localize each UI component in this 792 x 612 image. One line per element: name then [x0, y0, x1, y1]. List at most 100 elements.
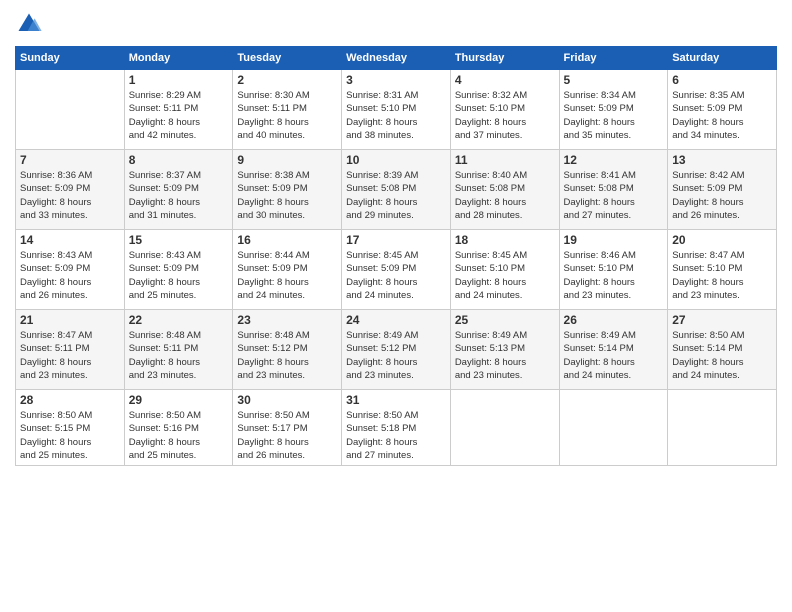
- calendar-cell: 8 Sunrise: 8:37 AM Sunset: 5:09 PM Daylig…: [124, 150, 233, 230]
- day-number: 7: [20, 153, 120, 167]
- calendar-cell: 22 Sunrise: 8:48 AM Sunset: 5:11 PM Dayli…: [124, 310, 233, 390]
- day-number: 29: [129, 393, 229, 407]
- header: [15, 10, 777, 38]
- day-info: Sunrise: 8:49 AM Sunset: 5:12 PM Dayligh…: [346, 329, 446, 382]
- calendar-cell: 5 Sunrise: 8:34 AM Sunset: 5:09 PM Daylig…: [559, 70, 668, 150]
- day-info: Sunrise: 8:42 AM Sunset: 5:09 PM Dayligh…: [672, 169, 772, 222]
- day-number: 27: [672, 313, 772, 327]
- calendar-cell: 1Sunrise: 8:29 AM Sunset: 5:11 PM Daylig…: [124, 70, 233, 150]
- day-info: Sunrise: 8:48 AM Sunset: 5:11 PM Dayligh…: [129, 329, 229, 382]
- day-number: 8: [129, 153, 229, 167]
- day-info: Sunrise: 8:41 AM Sunset: 5:08 PM Dayligh…: [564, 169, 664, 222]
- day-number: 21: [20, 313, 120, 327]
- calendar-cell: 11 Sunrise: 8:40 AM Sunset: 5:08 PM Dayli…: [450, 150, 559, 230]
- day-info: Sunrise: 8:31 AM Sunset: 5:10 PM Dayligh…: [346, 89, 446, 142]
- day-info: Sunrise: 8:36 AM Sunset: 5:09 PM Dayligh…: [20, 169, 120, 222]
- day-number: 25: [455, 313, 555, 327]
- day-number: 5: [564, 73, 664, 87]
- day-info: Sunrise: 8:39 AM Sunset: 5:08 PM Dayligh…: [346, 169, 446, 222]
- calendar-cell: 29 Sunrise: 8:50 AM Sunset: 5:16 PM Dayli…: [124, 390, 233, 466]
- day-info: Sunrise: 8:30 AM Sunset: 5:11 PM Dayligh…: [237, 89, 337, 142]
- day-number: 12: [564, 153, 664, 167]
- day-info: Sunrise: 8:44 AM Sunset: 5:09 PM Dayligh…: [237, 249, 337, 302]
- calendar-week-0: 1Sunrise: 8:29 AM Sunset: 5:11 PM Daylig…: [16, 70, 777, 150]
- day-number: 16: [237, 233, 337, 247]
- calendar-header-wednesday: Wednesday: [342, 47, 451, 70]
- calendar-cell: 12 Sunrise: 8:41 AM Sunset: 5:08 PM Dayli…: [559, 150, 668, 230]
- day-number: 10: [346, 153, 446, 167]
- day-number: 3: [346, 73, 446, 87]
- day-info: Sunrise: 8:43 AM Sunset: 5:09 PM Dayligh…: [20, 249, 120, 302]
- calendar-cell: [450, 390, 559, 466]
- calendar-cell: 30 Sunrise: 8:50 AM Sunset: 5:17 PM Dayli…: [233, 390, 342, 466]
- calendar-cell: 26Sunrise: 8:49 AM Sunset: 5:14 PM Dayli…: [559, 310, 668, 390]
- calendar-cell: 14 Sunrise: 8:43 AM Sunset: 5:09 PM Dayli…: [16, 230, 125, 310]
- day-number: 24: [346, 313, 446, 327]
- day-number: 11: [455, 153, 555, 167]
- day-number: 17: [346, 233, 446, 247]
- calendar-week-4: 28Sunrise: 8:50 AM Sunset: 5:15 PM Dayli…: [16, 390, 777, 466]
- day-info: Sunrise: 8:50 AM Sunset: 5:17 PM Dayligh…: [237, 409, 337, 462]
- calendar-cell: 21 Sunrise: 8:47 AM Sunset: 5:11 PM Dayli…: [16, 310, 125, 390]
- calendar-header-thursday: Thursday: [450, 47, 559, 70]
- page: SundayMondayTuesdayWednesdayThursdayFrid…: [0, 0, 792, 612]
- calendar-cell: 6 Sunrise: 8:35 AM Sunset: 5:09 PM Daylig…: [668, 70, 777, 150]
- logo: [15, 10, 47, 38]
- calendar-cell: 27 Sunrise: 8:50 AM Sunset: 5:14 PM Dayli…: [668, 310, 777, 390]
- calendar-header-friday: Friday: [559, 47, 668, 70]
- calendar-cell: 9 Sunrise: 8:38 AM Sunset: 5:09 PM Daylig…: [233, 150, 342, 230]
- calendar-cell: 20Sunrise: 8:47 AM Sunset: 5:10 PM Dayli…: [668, 230, 777, 310]
- calendar-cell: 10 Sunrise: 8:39 AM Sunset: 5:08 PM Dayli…: [342, 150, 451, 230]
- day-info: Sunrise: 8:47 AM Sunset: 5:11 PM Dayligh…: [20, 329, 120, 382]
- day-info: Sunrise: 8:40 AM Sunset: 5:08 PM Dayligh…: [455, 169, 555, 222]
- calendar-cell: 25 Sunrise: 8:49 AM Sunset: 5:13 PM Dayli…: [450, 310, 559, 390]
- day-number: 20: [672, 233, 772, 247]
- day-info: Sunrise: 8:45 AM Sunset: 5:09 PM Dayligh…: [346, 249, 446, 302]
- calendar-header-monday: Monday: [124, 47, 233, 70]
- calendar-header-saturday: Saturday: [668, 47, 777, 70]
- calendar-cell: 2 Sunrise: 8:30 AM Sunset: 5:11 PM Daylig…: [233, 70, 342, 150]
- calendar-week-3: 21 Sunrise: 8:47 AM Sunset: 5:11 PM Dayli…: [16, 310, 777, 390]
- day-number: 18: [455, 233, 555, 247]
- day-number: 22: [129, 313, 229, 327]
- calendar-cell: 24 Sunrise: 8:49 AM Sunset: 5:12 PM Dayli…: [342, 310, 451, 390]
- day-number: 4: [455, 73, 555, 87]
- day-number: 9: [237, 153, 337, 167]
- day-number: 2: [237, 73, 337, 87]
- day-info: Sunrise: 8:35 AM Sunset: 5:09 PM Dayligh…: [672, 89, 772, 142]
- day-number: 1: [129, 73, 229, 87]
- calendar-cell: 23Sunrise: 8:48 AM Sunset: 5:12 PM Dayli…: [233, 310, 342, 390]
- day-info: Sunrise: 8:49 AM Sunset: 5:13 PM Dayligh…: [455, 329, 555, 382]
- calendar-cell: 4 Sunrise: 8:32 AM Sunset: 5:10 PM Daylig…: [450, 70, 559, 150]
- day-info: Sunrise: 8:45 AM Sunset: 5:10 PM Dayligh…: [455, 249, 555, 302]
- day-info: Sunrise: 8:38 AM Sunset: 5:09 PM Dayligh…: [237, 169, 337, 222]
- calendar-cell: [668, 390, 777, 466]
- day-info: Sunrise: 8:49 AM Sunset: 5:14 PM Dayligh…: [564, 329, 664, 382]
- calendar-cell: 3 Sunrise: 8:31 AM Sunset: 5:10 PM Daylig…: [342, 70, 451, 150]
- calendar-week-2: 14 Sunrise: 8:43 AM Sunset: 5:09 PM Dayli…: [16, 230, 777, 310]
- day-info: Sunrise: 8:50 AM Sunset: 5:18 PM Dayligh…: [346, 409, 446, 462]
- day-info: Sunrise: 8:34 AM Sunset: 5:09 PM Dayligh…: [564, 89, 664, 142]
- day-info: Sunrise: 8:46 AM Sunset: 5:10 PM Dayligh…: [564, 249, 664, 302]
- day-info: Sunrise: 8:50 AM Sunset: 5:14 PM Dayligh…: [672, 329, 772, 382]
- day-number: 15: [129, 233, 229, 247]
- day-number: 23: [237, 313, 337, 327]
- calendar: SundayMondayTuesdayWednesdayThursdayFrid…: [15, 46, 777, 466]
- logo-icon: [15, 10, 43, 38]
- calendar-cell: 15 Sunrise: 8:43 AM Sunset: 5:09 PM Dayli…: [124, 230, 233, 310]
- day-info: Sunrise: 8:37 AM Sunset: 5:09 PM Dayligh…: [129, 169, 229, 222]
- day-number: 14: [20, 233, 120, 247]
- calendar-week-1: 7 Sunrise: 8:36 AM Sunset: 5:09 PM Daylig…: [16, 150, 777, 230]
- calendar-cell: 13Sunrise: 8:42 AM Sunset: 5:09 PM Dayli…: [668, 150, 777, 230]
- day-info: Sunrise: 8:50 AM Sunset: 5:15 PM Dayligh…: [20, 409, 120, 462]
- day-info: Sunrise: 8:32 AM Sunset: 5:10 PM Dayligh…: [455, 89, 555, 142]
- calendar-cell: 19 Sunrise: 8:46 AM Sunset: 5:10 PM Dayli…: [559, 230, 668, 310]
- day-info: Sunrise: 8:50 AM Sunset: 5:16 PM Dayligh…: [129, 409, 229, 462]
- day-info: Sunrise: 8:43 AM Sunset: 5:09 PM Dayligh…: [129, 249, 229, 302]
- calendar-header-tuesday: Tuesday: [233, 47, 342, 70]
- day-number: 30: [237, 393, 337, 407]
- calendar-header-row: SundayMondayTuesdayWednesdayThursdayFrid…: [16, 47, 777, 70]
- calendar-cell: 28Sunrise: 8:50 AM Sunset: 5:15 PM Dayli…: [16, 390, 125, 466]
- day-number: 6: [672, 73, 772, 87]
- day-number: 19: [564, 233, 664, 247]
